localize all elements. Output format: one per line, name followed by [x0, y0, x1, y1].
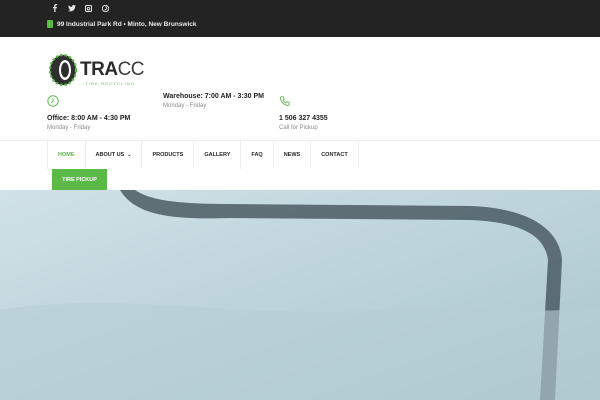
truck-mirror-graphic: [0, 190, 600, 400]
phone-icon: [280, 96, 290, 106]
nav-item-products[interactable]: PRODUCTS: [142, 141, 195, 169]
phone-contact: 1 506 327 4355 Call for Pickup: [279, 95, 328, 131]
warehouse-hours-title: Warehouse: 7:00 AM - 3:30 PM: [163, 93, 265, 100]
warehouse-hours: Warehouse: 7:00 AM - 3:30 PM Monday - Fr…: [163, 93, 264, 109]
nav-item-home[interactable]: HOME: [47, 141, 86, 169]
social-links: [46, 3, 114, 13]
tire-logo-icon: [48, 54, 78, 86]
brand-main: TRA: [80, 59, 118, 80]
nav-item-contact[interactable]: CONTACT: [311, 141, 359, 169]
hero-image: [0, 190, 600, 400]
facebook-icon: [52, 4, 57, 12]
clock-icon: [47, 95, 59, 107]
twitter-link[interactable]: [63, 3, 80, 13]
instagram-link[interactable]: [80, 3, 97, 13]
office-hours: Office: 8:00 AM - 4:30 PM Monday - Frida…: [47, 95, 130, 131]
pinterest-link[interactable]: [97, 3, 114, 13]
office-hours-days: Monday - Friday: [47, 125, 91, 131]
logo[interactable]: TRACC TIRE RECYCLING: [47, 54, 157, 88]
top-bar: 99 Industrial Park Rd • Minto, New Bruns…: [0, 0, 600, 37]
address: 99 Industrial Park Rd • Minto, New Bruns…: [47, 20, 197, 28]
nav-item-news[interactable]: NEWS: [274, 141, 312, 169]
twitter-icon: [67, 4, 76, 11]
chevron-down-icon: ⌄: [127, 152, 132, 158]
nav-item-about-us[interactable]: ABOUT US ⌄: [86, 141, 143, 169]
warehouse-hours-days: Monday - Friday: [163, 103, 207, 109]
phone-caption: Call for Pickup: [279, 125, 318, 131]
brand-cc: CC: [117, 59, 145, 80]
main-nav: HOME ABOUT US ⌄ PRODUCTS GALLERY FAQ NEW…: [47, 141, 359, 169]
office-hours-title: Office: 8:00 AM - 4:30 PM: [47, 115, 131, 122]
facebook-link[interactable]: [46, 3, 63, 13]
address-text: 99 Industrial Park Rd • Minto, New Bruns…: [57, 20, 197, 28]
nav-item-gallery[interactable]: GALLERY: [194, 141, 242, 169]
tire-pickup-button[interactable]: TIRE PICKUP: [52, 169, 107, 190]
pinterest-icon: [102, 4, 109, 12]
brand-tagline: TIRE RECYCLING: [85, 81, 136, 86]
nav-item-faq[interactable]: FAQ: [241, 141, 274, 169]
brand-name: TRACC: [80, 59, 145, 81]
map-icon: [47, 20, 53, 28]
nav-item-about-us-label: ABOUT US: [95, 152, 125, 158]
instagram-icon: [85, 4, 92, 12]
phone-number[interactable]: 1 506 327 4355: [279, 115, 328, 122]
